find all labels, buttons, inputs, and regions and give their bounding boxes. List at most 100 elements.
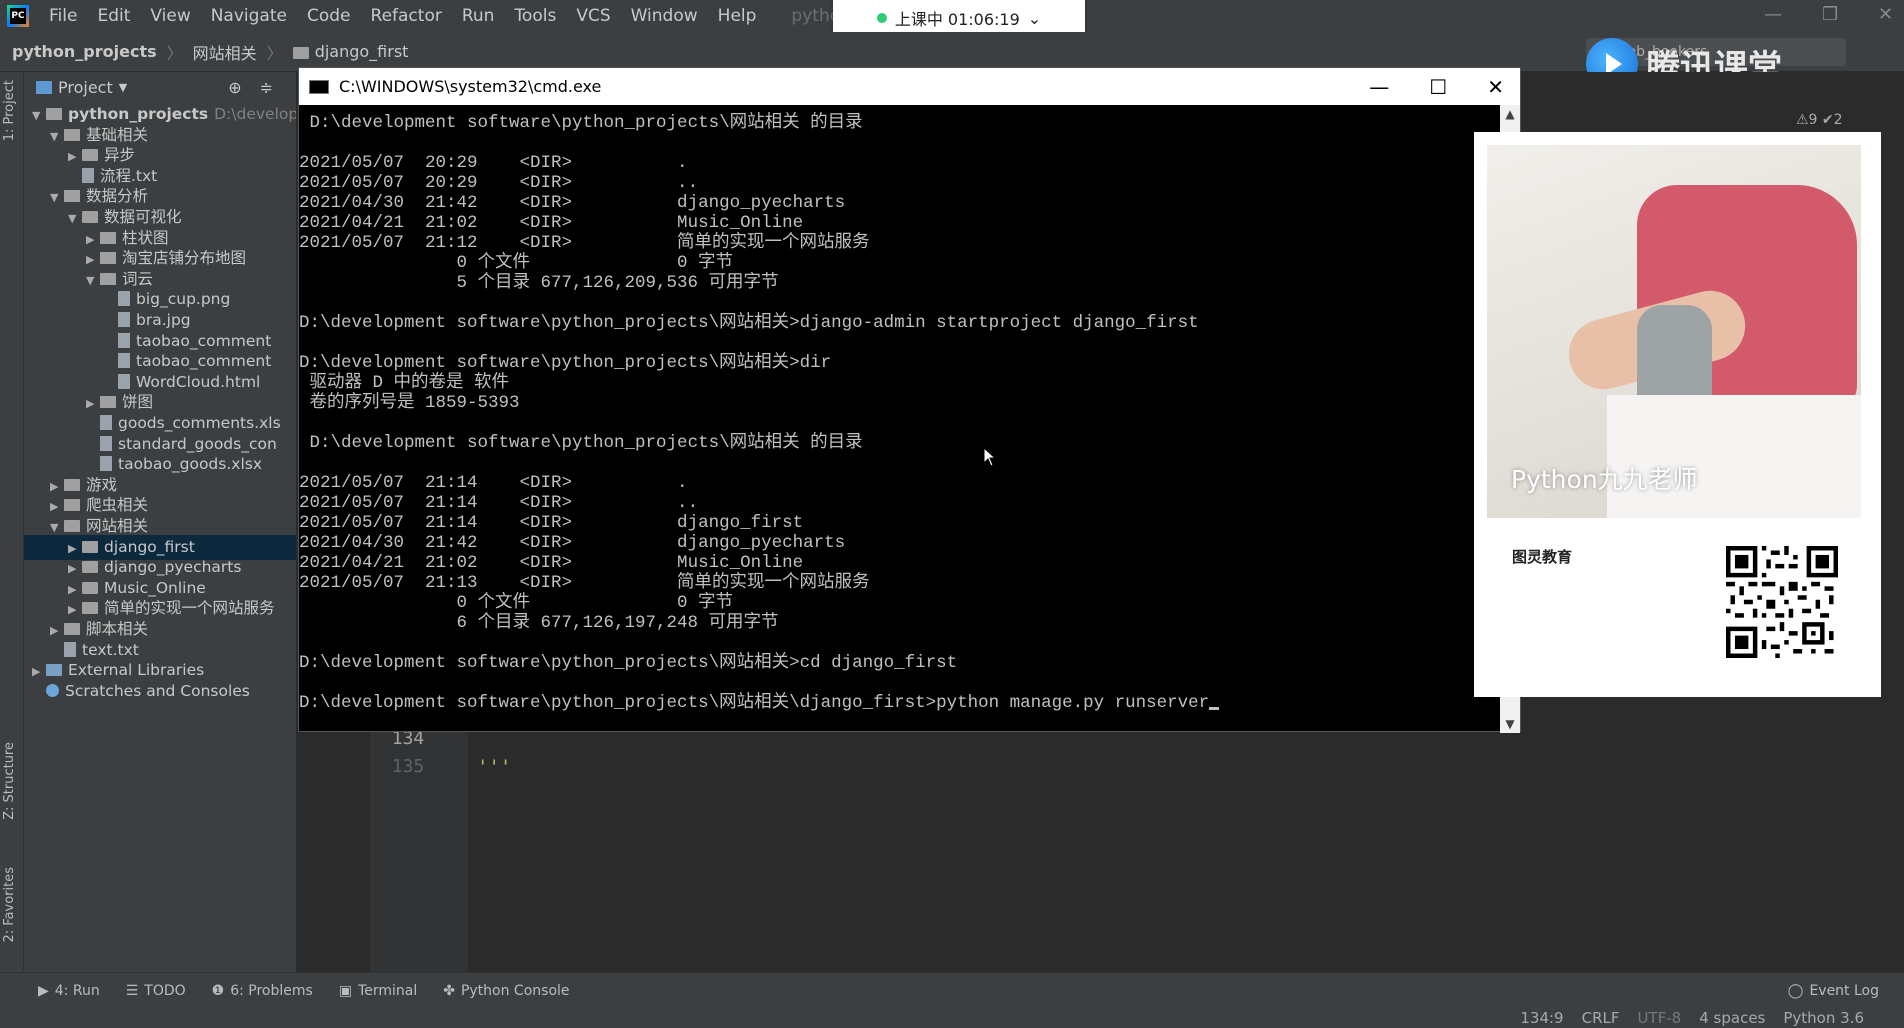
cmd-line: D:\development software\python_projects\… xyxy=(299,353,831,373)
cmd-output[interactable]: D:\development software\python_projects\… xyxy=(299,105,1501,733)
folder-icon xyxy=(82,149,98,162)
tool-problems[interactable]: ❶ 6: Problems xyxy=(212,983,313,999)
tree-item-label: External Libraries xyxy=(68,661,205,680)
inspection-widget[interactable]: ⚠9 ✔2 xyxy=(1796,112,1843,128)
cmd-line-text: 卷的序列号是 1859-5393 xyxy=(299,393,520,413)
tree-item-label: taobao_comment xyxy=(136,331,272,350)
folder-icon xyxy=(82,602,98,615)
cmd-close-icon[interactable]: ✕ xyxy=(1487,75,1504,99)
project-panel-title[interactable]: Project xyxy=(58,78,113,97)
cmd-title: C:\WINDOWS\system32\cmd.exe xyxy=(339,77,602,96)
tool-window-strip: 1: Project Z: Structure 2: Favorites xyxy=(0,72,24,1008)
menu-view[interactable]: View xyxy=(140,6,200,26)
menu-file[interactable]: File xyxy=(39,6,87,26)
chevron-down-icon[interactable]: ▼ xyxy=(119,81,127,94)
teacher-photo: Python九九老师 xyxy=(1487,145,1861,518)
cmd-title-bar[interactable]: C:\WINDOWS\system32\cmd.exe — ☐ ✕ xyxy=(299,68,1520,105)
menu-navigate[interactable]: Navigate xyxy=(201,6,297,26)
minimize-icon[interactable]: — xyxy=(1764,4,1782,25)
project-tool-tab[interactable]: 1: Project xyxy=(2,80,17,141)
tool-terminal[interactable]: ▣ Terminal xyxy=(339,983,417,999)
tool-run[interactable]: ▶ 4: Run xyxy=(38,983,100,999)
org-name: 图灵教育 xyxy=(1512,548,1573,566)
file-icon xyxy=(118,353,130,369)
project-panel-header: Project ▼ ⊕ ≑ xyxy=(24,72,296,102)
breadcrumb-project[interactable]: python_projects xyxy=(12,42,157,61)
folder-icon xyxy=(100,396,116,409)
cmd-line-text: 2021/05/07 21:14 <DIR> .. xyxy=(299,493,699,513)
status-bar: 134:9 CRLF UTF-8 4 spaces Python 3.6 xyxy=(0,1008,1904,1028)
tool-todo[interactable]: ☰ TODO xyxy=(126,983,186,999)
file-icon xyxy=(100,415,112,430)
code-line[interactable]: ''' xyxy=(477,756,511,778)
file-icon xyxy=(118,373,130,389)
tree-item-label: 简单的实现一个网站服务 xyxy=(104,599,275,618)
status-indent[interactable]: 4 spaces xyxy=(1699,1009,1765,1027)
photo-skirt xyxy=(1607,395,1861,518)
cmd-line-text: 2021/04/30 21:42 <DIR> django_pyecharts xyxy=(299,193,846,213)
tree-item-label: standard_goods_con xyxy=(118,434,277,453)
collapse-icon[interactable]: ≑ xyxy=(260,78,273,97)
menu-refactor[interactable]: Refactor xyxy=(361,6,452,26)
folder-icon xyxy=(46,108,62,120)
text-cursor xyxy=(1209,707,1220,710)
cmd-line: 2021/05/07 21:14 <DIR> . xyxy=(299,473,688,493)
folder-icon xyxy=(100,252,116,265)
close-icon[interactable]: ✕ xyxy=(1878,4,1893,25)
tool-todo-label: TODO xyxy=(144,982,186,999)
menu-edit[interactable]: Edit xyxy=(87,6,140,26)
menu-code[interactable]: Code xyxy=(297,6,361,26)
favorites-tool-tab[interactable]: 2: Favorites xyxy=(2,867,17,943)
cmd-maximize-icon[interactable]: ☐ xyxy=(1429,75,1447,99)
cmd-line-text: D:\development software\python_projects\… xyxy=(299,353,832,373)
tree-item-label: 游戏 xyxy=(86,475,118,494)
cmd-line: 0 个文件 0 字节 xyxy=(299,253,734,273)
cmd-line-text: D:\development software\python_projects\… xyxy=(299,433,863,453)
scroll-down-icon[interactable]: ▼ xyxy=(1500,717,1520,731)
file-icon xyxy=(118,332,130,348)
cmd-minimize-icon[interactable]: — xyxy=(1369,75,1389,99)
status-encoding[interactable]: UTF-8 xyxy=(1638,1009,1682,1027)
cmd-line: 2021/04/21 21:02 <DIR> Music_Online xyxy=(299,553,803,573)
class-timer[interactable]: 上课中 01:06:19 ⌄ xyxy=(833,0,1085,36)
cmd-line-text: 2021/05/07 21:14 <DIR> django_first xyxy=(299,513,804,533)
tool-python-console[interactable]: ✤ Python Console xyxy=(443,983,569,999)
cmd-line: D:\development software\python_projects\… xyxy=(299,433,863,453)
cmd-line: 2021/05/07 21:14 <DIR> django_first xyxy=(299,513,803,533)
file-icon xyxy=(118,291,130,307)
cmd-line-text: 驱动器 D 中的卷是 软件 xyxy=(299,373,510,393)
cmd-line: 卷的序列号是 1859-5393 xyxy=(299,393,520,413)
file-icon xyxy=(100,435,112,451)
breadcrumb-folder[interactable]: 网站相关 xyxy=(193,40,257,64)
structure-tool-tab[interactable]: Z: Structure xyxy=(2,742,17,820)
tree-item-label: django_pyecharts xyxy=(104,558,242,577)
locate-icon[interactable]: ⊕ xyxy=(228,78,241,97)
qr-code-icon xyxy=(1726,546,1838,658)
scroll-up-icon[interactable]: ▲ xyxy=(1500,107,1520,121)
breadcrumb-current[interactable]: django_first xyxy=(292,42,408,61)
cmd-line: 5 个目录 677,126,209,536 可用字节 xyxy=(299,273,779,293)
tree-item-label: 数据分析 xyxy=(86,187,149,206)
tree-item-label: Music_Online xyxy=(104,578,206,597)
folder-icon xyxy=(82,561,98,574)
status-line-separator[interactable]: CRLF xyxy=(1582,1009,1620,1027)
menu-window[interactable]: Window xyxy=(621,6,708,26)
cmd-line: 2021/05/07 21:12 <DIR> 简单的实现一个网站服务 xyxy=(299,233,870,253)
tree-item-label: 基础相关 xyxy=(86,125,149,144)
status-cursor-position[interactable]: 134:9 xyxy=(1520,1009,1563,1027)
menu-run[interactable]: Run xyxy=(452,6,505,26)
menu-vcs[interactable]: VCS xyxy=(566,6,620,26)
restore-icon[interactable]: ❐ xyxy=(1822,4,1838,25)
library-icon xyxy=(46,664,62,677)
cmd-line-text: D:\development software\python_projects\… xyxy=(299,693,1210,713)
menu-help[interactable]: Help xyxy=(708,6,767,26)
live-status-icon xyxy=(876,13,887,23)
status-interpreter[interactable]: Python 3.6 xyxy=(1783,1009,1864,1027)
tool-event-log[interactable]: ◯ Event Log xyxy=(1788,973,1879,1009)
tree-item[interactable]: Scratches and Consoles xyxy=(24,679,296,704)
tree-root-path: D:\developm xyxy=(214,105,296,123)
cmd-window[interactable]: C:\WINDOWS\system32\cmd.exe — ☐ ✕ D:\dev… xyxy=(298,67,1521,733)
menu-tools[interactable]: Tools xyxy=(504,6,566,26)
tree-item-label: goods_comments.xls xyxy=(118,414,281,432)
tree-item-label: big_cup.png xyxy=(136,290,231,309)
